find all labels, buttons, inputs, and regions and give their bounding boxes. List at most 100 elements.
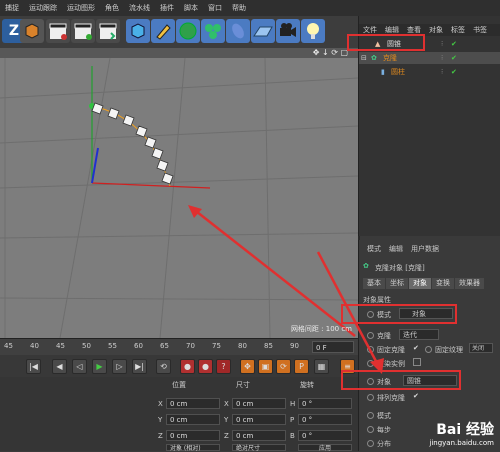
tab-object[interactable]: 对象 [409, 278, 431, 289]
check-icon[interactable]: ✔ [451, 52, 457, 64]
watermark-brand: Bai 经验 [436, 422, 494, 438]
auto-key-icon[interactable]: ● [198, 359, 213, 374]
scale-key-icon[interactable]: ▣ [258, 359, 273, 374]
timeline[interactable]: 45 40 45 50 55 60 65 70 75 80 85 90 0 F [0, 338, 358, 356]
clapper-icon[interactable] [96, 19, 120, 43]
record-icon[interactable]: ● [180, 359, 195, 374]
param-key-icon[interactable]: P [294, 359, 309, 374]
arrange-clone-label: 排列克隆 [377, 394, 405, 402]
size-z-field[interactable]: 0 cm [232, 430, 286, 441]
axis-label: Z [158, 432, 163, 440]
camera-icon[interactable] [276, 19, 300, 43]
tab-transform[interactable]: 变换 [432, 278, 454, 289]
check-icon[interactable]: ✔ [413, 344, 419, 352]
clapper-icon[interactable] [71, 19, 95, 43]
visibility-dots-icon[interactable]: ⁝ [441, 66, 443, 78]
radio-icon[interactable] [367, 412, 374, 421]
om-menu-tags[interactable]: 标签 [447, 25, 469, 35]
highlight-box [347, 34, 425, 51]
visibility-dots-icon[interactable]: ⁝ [441, 52, 443, 64]
position-z-field[interactable]: 0 cm [166, 430, 220, 441]
axis-label: Y [158, 416, 163, 424]
timeline-tick: 50 [82, 342, 91, 350]
om-menu-object[interactable]: 对象 [425, 25, 447, 35]
object-row-cloner[interactable]: ⊟ ✿ 克隆 ⁝ ✔ [359, 52, 500, 64]
rotate-key-icon[interactable]: ⟳ [276, 359, 291, 374]
prev-key-icon[interactable]: ◀ [52, 359, 67, 374]
deformer-icon[interactable] [226, 19, 250, 43]
position-x-field[interactable]: 0 cm [166, 398, 220, 409]
transport-bar: |◀ ◀ ◁ ▶ ▷ ▶| ⟲ ● ● ? ✥ ▣ ⟳ P ▦ ≡ [0, 355, 358, 378]
expand-icon[interactable]: ⊟ [361, 52, 367, 64]
menu-item-help[interactable]: 帮助 [227, 3, 251, 13]
coord-mode-select[interactable]: 对象 (相对) [166, 444, 220, 452]
radio-icon[interactable] [425, 346, 432, 355]
3d-viewport[interactable]: ✥ ↓ ⟳ ▢ 网格间距: 100 cm [0, 48, 360, 338]
position-y-field[interactable]: 0 cm [166, 414, 220, 425]
fix-texture-select[interactable]: 关闭 [469, 343, 493, 353]
cube-icon[interactable] [20, 19, 44, 43]
radio-icon[interactable] [367, 394, 374, 403]
menu-item-snap[interactable]: 捕捉 [0, 3, 24, 13]
timeline-tick: 85 [264, 342, 273, 350]
light-icon[interactable] [301, 19, 325, 43]
cylinder-icon: ▮ [381, 68, 385, 76]
subdivision-icon[interactable] [176, 19, 200, 43]
axis-label: Z [224, 432, 229, 440]
move-key-icon[interactable]: ✥ [240, 359, 255, 374]
object-manager: 文件 编辑 查看 对象 标签 书签 ▲ 圆锥 ⁝ ✔ ⊟ ✿ 克隆 ⁝ ✔ ▮ … [347, 16, 500, 236]
om-menu-bookmarks[interactable]: 书签 [469, 25, 491, 35]
tab-effectors[interactable]: 效果器 [455, 278, 484, 289]
menu-item-mocap[interactable]: 运动跟踪 [24, 3, 62, 13]
menu-item-pipeline[interactable]: 流水线 [124, 3, 155, 13]
radio-icon[interactable] [367, 426, 374, 435]
am-menu-userdata[interactable]: 用户数据 [407, 244, 443, 254]
go-to-end-icon[interactable]: ▶| [132, 359, 147, 374]
distribution-row-label: 分布 [377, 440, 391, 448]
object-name: 克隆 [383, 54, 397, 62]
check-icon[interactable]: ✔ [413, 392, 419, 400]
rotation-h-field[interactable]: 0 ° [298, 398, 352, 409]
clapper-icon[interactable] [46, 19, 70, 43]
menu-item-plugins[interactable]: 插件 [155, 3, 179, 13]
size-header: 尺寸 [236, 381, 250, 389]
floor-icon[interactable] [251, 19, 275, 43]
visibility-dots-icon[interactable]: ⁝ [441, 38, 443, 50]
clone-mode-select[interactable]: 迭代 [399, 329, 439, 340]
axis-label: P [290, 416, 295, 424]
prev-frame-icon[interactable]: ◁ [72, 359, 87, 374]
coordinate-manager: 位置 尺寸 旋转 X 0 cm X 0 cm H 0 ° Y 0 cm Y 0 … [0, 377, 358, 452]
step-row-label: 每步 [377, 426, 391, 434]
pen-icon[interactable] [151, 19, 175, 43]
object-row-cylinder[interactable]: ▮ 圆柱 ⁝ ✔ [359, 66, 500, 78]
play-icon[interactable]: ▶ [92, 359, 107, 374]
timeline-tick: 45 [4, 342, 13, 350]
size-x-field[interactable]: 0 cm [232, 398, 286, 409]
axis-label: X [158, 400, 163, 408]
coord-size-select[interactable]: 绝对尺寸 [232, 444, 286, 452]
next-frame-icon[interactable]: ▷ [112, 359, 127, 374]
check-icon[interactable]: ✔ [451, 66, 457, 78]
menu-item-script[interactable]: 脚本 [179, 3, 203, 13]
menu-item-character[interactable]: 角色 [100, 3, 124, 13]
fix-texture-label: 固定纹理 [435, 346, 463, 354]
cloner-icon[interactable] [201, 19, 225, 43]
timeline-tick: 70 [186, 342, 195, 350]
loop-icon[interactable]: ⟲ [156, 359, 171, 374]
menu-item-mograph[interactable]: 运动图形 [62, 3, 100, 13]
go-to-start-icon[interactable]: |◀ [26, 359, 41, 374]
rotation-p-field[interactable]: 0 ° [298, 414, 352, 425]
cube-primitive-icon[interactable] [126, 19, 150, 43]
check-icon[interactable]: ✔ [451, 38, 457, 50]
apply-button[interactable]: 应用 [298, 444, 352, 452]
menu-item-window[interactable]: 窗口 [203, 3, 227, 13]
radio-icon[interactable] [367, 440, 374, 449]
timeline-tick: 65 [160, 342, 169, 350]
key-icon[interactable]: ? [216, 359, 231, 374]
annotation-arrow [316, 251, 384, 374]
axis-label: B [290, 432, 295, 440]
size-y-field[interactable]: 0 cm [232, 414, 286, 425]
render-instance-checkbox[interactable] [413, 358, 421, 366]
rotation-b-field[interactable]: 0 ° [298, 430, 352, 441]
watermark-url: jingyan.baidu.com [429, 439, 494, 447]
